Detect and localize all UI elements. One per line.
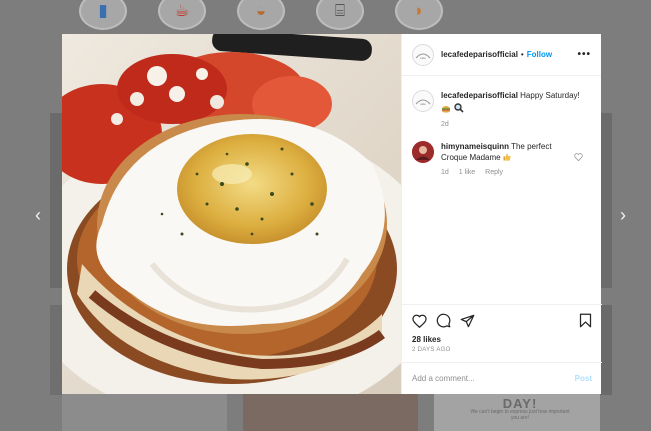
next-post-arrow[interactable]: › <box>613 204 633 226</box>
post-comment-button[interactable]: Post <box>575 374 592 383</box>
avatar[interactable]: cafe <box>412 90 434 112</box>
post-header: cafe lecafedeparisofficial • Follow ••• <box>402 34 601 76</box>
comment-likes[interactable]: 1 like <box>459 169 475 176</box>
comment-username[interactable]: himynameisquinn <box>441 142 509 151</box>
comment-item: himynameisquinn The perfect Croque Madam… <box>402 128 601 163</box>
coffee-cup-icon: ☕ <box>174 1 190 20</box>
post-modal: cafe lecafedeparisofficial • Follow ••• … <box>62 34 602 394</box>
feed-tile[interactable] <box>50 113 62 288</box>
cafe-table-icon: ⌸ <box>334 1 346 20</box>
user-photo-icon <box>412 141 434 163</box>
feed-tile[interactable] <box>600 113 612 288</box>
magnifier-emoji <box>454 103 464 113</box>
cafe-logo-icon: cafe <box>415 99 431 106</box>
cafe-logo-icon: cafe <box>415 53 431 60</box>
add-comment-bar: Post <box>402 362 602 394</box>
caption-text: Happy Saturday! <box>520 91 580 100</box>
save-bookmark-icon[interactable] <box>579 313 592 328</box>
caption-time[interactable]: 2d <box>441 121 601 128</box>
caption-text-block: lecafedeparisofficial Happy Saturday! <box>441 90 580 113</box>
sandwich-emoji <box>442 105 450 112</box>
more-options-icon[interactable]: ••• <box>577 49 591 60</box>
header-username[interactable]: lecafedeparisofficial <box>441 50 518 59</box>
bread-icon: ◒ <box>255 1 267 20</box>
story-highlight-5[interactable]: ◗ <box>395 0 443 30</box>
like-heart-icon[interactable] <box>412 314 427 328</box>
avatar[interactable]: cafe <box>412 43 434 66</box>
caption-username[interactable]: lecafedeparisofficial <box>441 91 518 100</box>
comment-bubble-icon[interactable] <box>436 313 451 328</box>
feed-tile[interactable] <box>62 394 227 431</box>
caption-emojis <box>441 103 580 113</box>
add-comment-input[interactable] <box>412 374 575 383</box>
follow-button[interactable]: Follow <box>527 50 552 59</box>
comment-time[interactable]: 1d <box>441 169 449 176</box>
feed-tile[interactable] <box>243 394 418 431</box>
story-highlight-1[interactable]: ▮ <box>79 0 127 30</box>
svg-text:cafe: cafe <box>420 102 426 106</box>
reply-button[interactable]: Reply <box>485 169 503 176</box>
post-caption: cafe lecafedeparisofficial Happy Saturda… <box>402 76 601 113</box>
header-separator: • <box>520 50 524 59</box>
share-send-icon[interactable] <box>460 314 475 328</box>
croissant-icon: ◗ <box>413 1 425 20</box>
post-details-panel: cafe lecafedeparisofficial • Follow ••• … <box>401 34 602 394</box>
previous-post-arrow[interactable]: ‹ <box>28 204 48 226</box>
post-actions: 28 likes 2 DAYS AGO Post <box>402 304 602 394</box>
phone-booth-icon: ▮ <box>98 1 108 20</box>
svg-text:cafe: cafe <box>420 56 426 60</box>
action-icon-row <box>402 305 602 328</box>
post-date[interactable]: 2 DAYS AGO <box>402 344 602 353</box>
feed-tile-subtitle: We can't begin to express just how impor… <box>470 409 570 421</box>
story-highlight-3[interactable]: ◒ <box>237 0 285 30</box>
comment-meta: 1d 1 like Reply <box>441 169 601 176</box>
story-highlight-2[interactable]: ☕ <box>158 0 206 30</box>
croque-madame-photo <box>62 34 401 394</box>
avatar[interactable] <box>412 141 434 163</box>
story-highlight-4[interactable]: ⌸ <box>316 0 364 30</box>
feed-tile[interactable] <box>50 305 62 395</box>
comment-like-heart-icon[interactable] <box>574 148 583 166</box>
comment-text-block: himynameisquinn The perfect Croque Madam… <box>441 141 571 163</box>
thumbs-up-emoji <box>503 153 511 161</box>
likes-count[interactable]: 28 likes <box>402 328 602 344</box>
